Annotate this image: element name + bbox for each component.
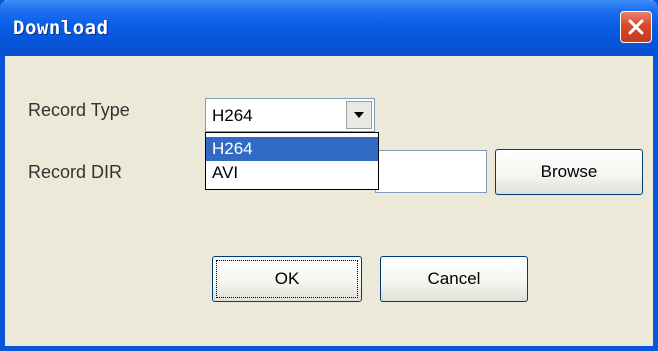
dropdown-option-avi[interactable]: AVI — [206, 161, 378, 185]
record-type-value: H264 — [212, 106, 253, 125]
download-dialog: Download Record Type H264 Record DIR H26… — [0, 0, 658, 351]
cancel-button[interactable]: Cancel — [380, 256, 528, 302]
browse-button[interactable]: Browse — [495, 149, 643, 195]
record-type-dropdown-list: H264 AVI — [205, 132, 379, 190]
close-icon — [628, 19, 644, 35]
title-bar[interactable]: Download — [0, 0, 658, 56]
record-dir-input[interactable] — [375, 150, 487, 193]
dropdown-button[interactable] — [346, 101, 372, 129]
record-type-label: Record Type — [28, 100, 130, 120]
record-dir-label: Record DIR — [28, 162, 123, 182]
window-title: Download — [13, 17, 109, 39]
record-type-select[interactable]: H264 — [205, 98, 375, 132]
close-button[interactable] — [620, 11, 652, 43]
ok-button[interactable]: OK — [212, 256, 362, 302]
dropdown-option-h264[interactable]: H264 — [206, 137, 378, 161]
chevron-down-icon — [354, 112, 364, 118]
